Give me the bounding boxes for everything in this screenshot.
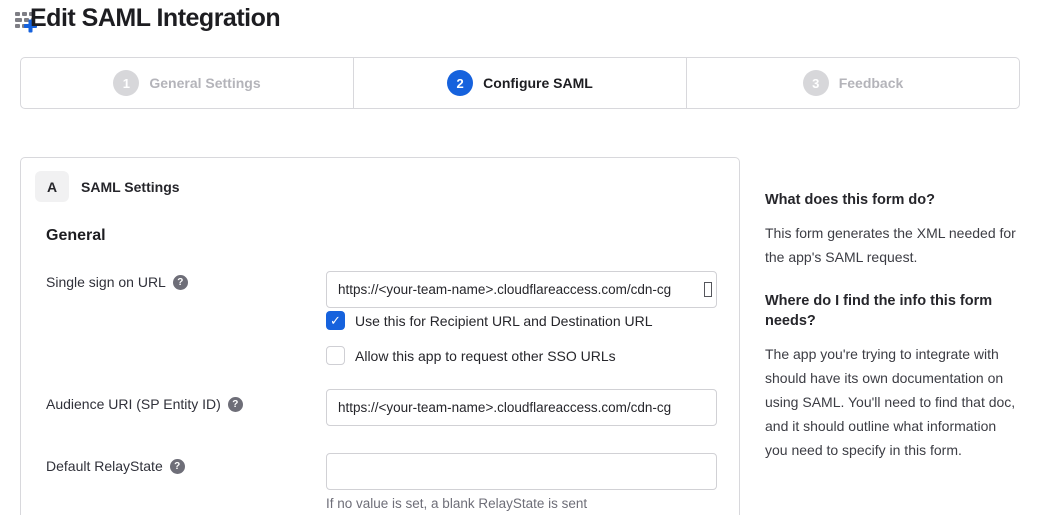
field-label-text: Default RelayState (46, 458, 163, 474)
step-feedback[interactable]: 3 Feedback (686, 58, 1019, 108)
help-answer-1: This form generates the XML needed for t… (765, 221, 1017, 269)
help-question-1: What does this form do? (765, 190, 1017, 210)
saml-settings-panel: A SAML Settings General Single sign on U… (20, 157, 740, 515)
step-number-badge: 2 (447, 70, 473, 96)
wizard-stepper: 1 General Settings 2 Configure SAML 3 Fe… (20, 57, 1020, 109)
relay-state-input-wrap (326, 453, 717, 490)
sso-url-label: Single sign on URL ? (46, 274, 188, 290)
edit-saml-integration-page: Edit SAML Integration 1 General Settings… (0, 0, 1063, 515)
section-title: SAML Settings (81, 179, 180, 195)
audience-uri-label: Audience URI (SP Entity ID) ? (46, 396, 243, 412)
help-icon[interactable]: ? (170, 459, 185, 474)
recipient-url-checkbox-row[interactable]: ✓ Use this for Recipient URL and Destina… (326, 311, 653, 330)
help-icon[interactable]: ? (173, 275, 188, 290)
other-sso-checkbox-row[interactable]: Allow this app to request other SSO URLs (326, 346, 616, 365)
relay-state-helper-text: If no value is set, a blank RelayState i… (326, 496, 587, 511)
field-label-text: Single sign on URL (46, 274, 166, 290)
step-number-badge: 3 (803, 70, 829, 96)
step-general-settings[interactable]: 1 General Settings (21, 58, 353, 108)
relay-state-label: Default RelayState ? (46, 458, 185, 474)
help-sidebar: What does this form do? This form genera… (765, 190, 1017, 462)
step-number-badge: 1 (113, 70, 139, 96)
relay-state-input[interactable] (326, 453, 717, 490)
sso-url-input-wrap (326, 271, 717, 308)
step-label: Feedback (839, 75, 904, 91)
checkbox-checked-icon[interactable]: ✓ (326, 311, 345, 330)
text-cursor-box (704, 282, 712, 297)
help-icon[interactable]: ? (228, 397, 243, 412)
step-label: General Settings (149, 75, 260, 91)
checkbox-unchecked-icon[interactable] (326, 346, 345, 365)
page-title: Edit SAML Integration (30, 4, 280, 33)
checkbox-label[interactable]: Allow this app to request other SSO URLs (355, 348, 616, 364)
audience-uri-input-wrap (326, 389, 717, 426)
checkbox-label[interactable]: Use this for Recipient URL and Destinati… (355, 313, 653, 329)
help-question-2: Where do I find the info this form needs… (765, 291, 1017, 331)
general-group-heading: General (46, 227, 106, 245)
sso-url-input[interactable] (326, 271, 717, 308)
step-configure-saml[interactable]: 2 Configure SAML (353, 58, 686, 108)
section-badge-a: A (35, 171, 69, 202)
step-label: Configure SAML (483, 75, 593, 91)
help-answer-2: The app you're trying to integrate with … (765, 342, 1017, 462)
field-label-text: Audience URI (SP Entity ID) (46, 396, 221, 412)
audience-uri-input[interactable] (326, 389, 717, 426)
